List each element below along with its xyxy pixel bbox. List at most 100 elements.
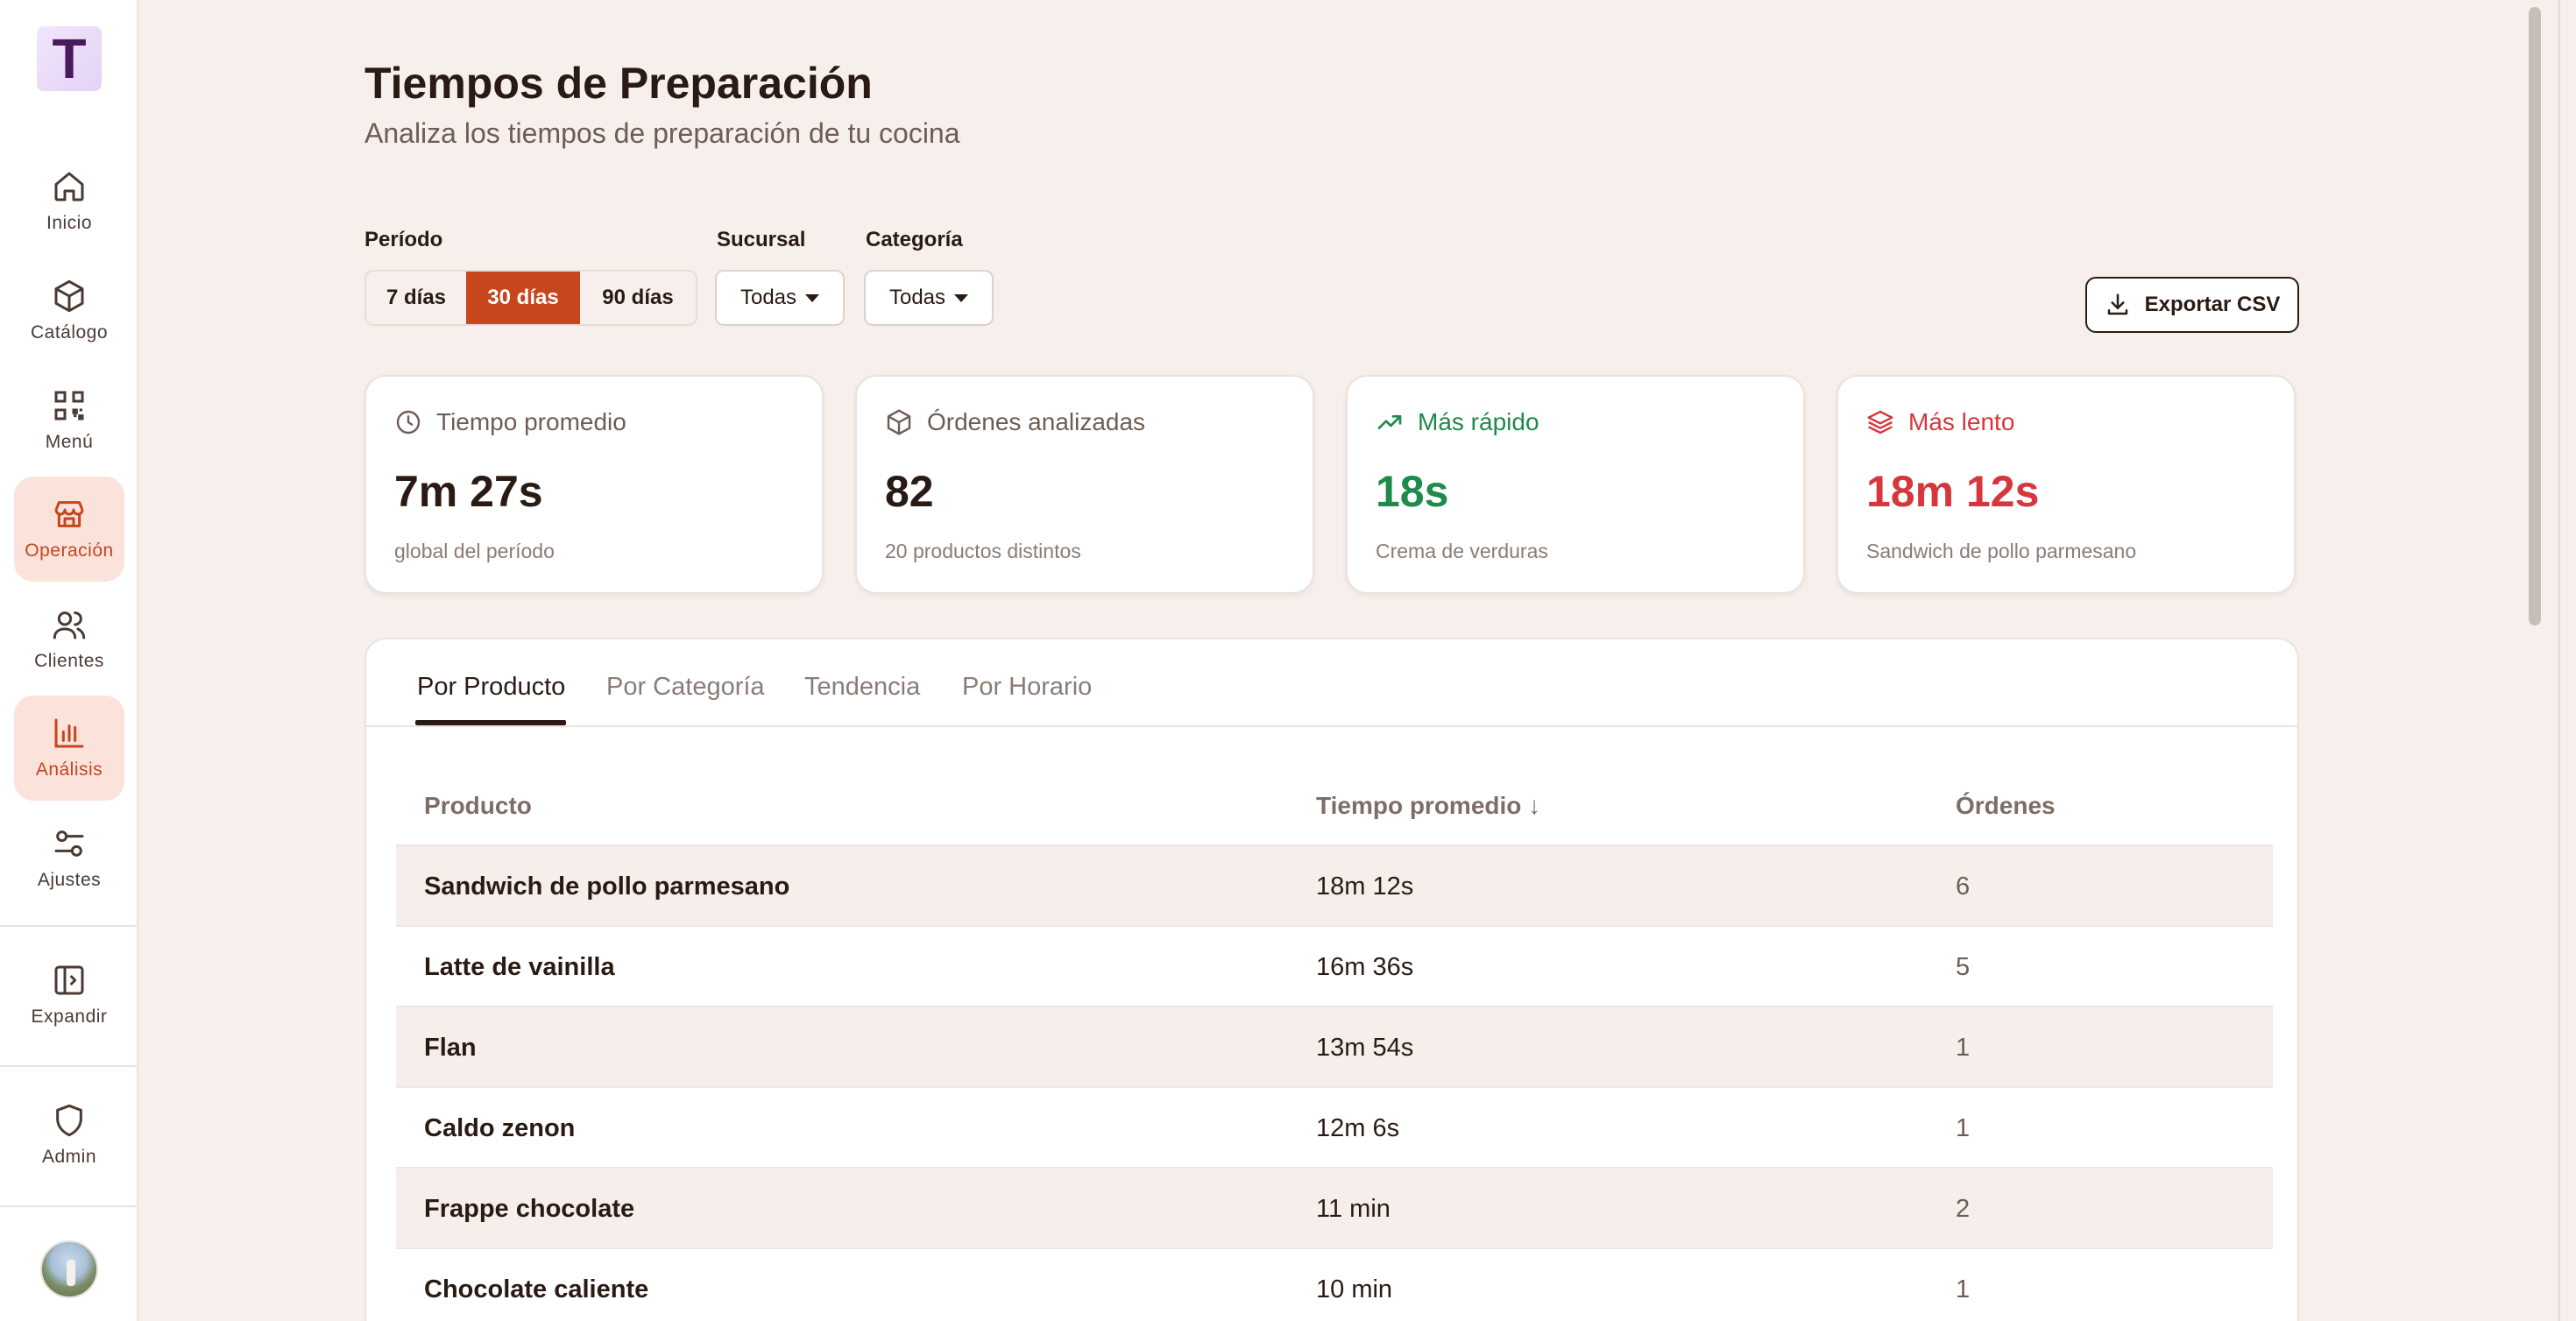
tab-por-horario[interactable]: Por Horario [962,673,1092,702]
sidebar-item-admin[interactable]: Admin [14,1083,124,1188]
sidebar-item-label: Menú [45,432,94,452]
app-logo[interactable]: T [37,26,102,91]
sidebar-item-inicio[interactable]: Inicio [14,149,124,254]
table-body: Sandwich de pollo parmesano 18m 12s 6 Latte… [396,846,2273,1321]
orders-cell: 6 [1956,872,1971,901]
category-select[interactable]: Todas [864,270,994,326]
sidebar-item-label: Catálogo [30,322,109,343]
table-row[interactable]: Frappe chocolate 11 min 2 [396,1169,2273,1249]
scrollbar-track [2558,0,2560,1321]
kpi-header: Más lento [1866,408,2014,436]
chevron-down-icon [954,293,969,302]
active-tab-indicator [415,720,566,725]
sidebar-divider [0,1065,138,1067]
sidebar-item-label: Operación [25,540,114,561]
kpi-card-fastest: Más rápido 18s Crema de verduras [1346,375,1805,594]
sidebar-divider [0,925,138,927]
avg-time-cell: 10 min [1316,1275,1393,1303]
kpi-note: Crema de verduras [1376,540,1548,562]
branch-select-value: Todas [740,286,797,309]
page-subtitle: Analiza los tiempos de preparación de tu… [364,117,960,149]
avg-time-cell: 12m 6s [1316,1114,1400,1142]
period-90-button[interactable]: 90 días [580,272,696,324]
orders-cell: 5 [1956,953,1971,981]
table-row[interactable]: Caldo zenon 12m 6s 1 [396,1088,2273,1169]
orders-cell: 1 [1956,1114,1971,1142]
trending-up-icon [1377,415,1402,429]
kpi-header: Órdenes analizadas [885,408,1145,436]
kpi-title: Órdenes analizadas [927,408,1146,435]
expand-button[interactable]: Expandir [14,943,124,1048]
product-cell: Chocolate caliente [424,1275,649,1303]
chevron-down-icon [805,293,820,302]
period-segmented-control: 7 días 30 días 90 días [364,270,697,326]
admin-label: Admin [41,1147,97,1167]
sidebar-item-label: Inicio [46,213,93,233]
kpi-value: 18s [1376,467,1449,516]
tab-por-producto[interactable]: Por Producto [417,673,565,702]
avg-time-cell: 11 min [1316,1195,1391,1223]
user-avatar[interactable] [40,1240,98,1298]
shield-icon [56,1104,82,1137]
export-csv-button[interactable]: Exportar CSV [2085,277,2299,333]
period-7-button[interactable]: 7 días [366,272,466,324]
product-cell: Caldo zenon [424,1114,576,1142]
page-title: Tiempos de Preparación [364,59,873,108]
users-icon [53,611,86,639]
analysis-panel: Por Producto Por Categoría Tendencia Por… [364,638,2299,1321]
tab-por-categoria[interactable]: Por Categoría [606,673,765,702]
store-icon [54,501,84,527]
table-header-row: Producto Tiempo promedio ↓ Órdenes [396,771,2273,846]
column-header-avg-time[interactable]: Tiempo promedio ↓ [1316,792,1540,820]
sidebar-item-clientes[interactable]: Clientes [14,587,124,692]
branch-select[interactable]: Todas [715,270,845,326]
layers-icon [1867,410,1893,434]
avg-time-cell: 18m 12s [1316,872,1414,901]
kpi-note: Sandwich de pollo parmesano [1866,540,2137,562]
period-30-button[interactable]: 30 días [466,272,580,324]
kpi-title: Tiempo promedio [436,408,626,435]
home-icon [54,172,84,201]
sidebar-item-catalogo[interactable]: Catálogo [14,258,124,364]
sidebar-item-menu[interactable]: Menú [14,368,124,473]
column-header-orders[interactable]: Órdenes [1956,792,2056,820]
clock-icon [396,410,421,434]
table-row[interactable]: Chocolate caliente 10 min 1 [396,1249,2273,1321]
category-select-value: Todas [888,286,946,309]
kpi-card-avg-time: Tiempo promedio 7m 27s global del períod… [364,375,824,594]
package-icon [887,409,911,435]
kpi-header: Tiempo promedio [394,408,626,436]
branch-filter-label: Sucursal [717,228,806,251]
sidebar-item-operacion[interactable]: Operación [14,477,124,582]
download-icon [2107,293,2127,315]
product-cell: Flan [424,1034,477,1062]
kpi-card-orders: Órdenes analizadas 82 20 productos disti… [855,375,1314,594]
qr-code-icon [54,391,84,420]
tab-tendencia[interactable]: Tendencia [804,673,920,702]
kpi-value: 82 [885,467,934,516]
scrollbar-thumb[interactable] [2529,7,2541,625]
table-row[interactable]: Latte de vainilla 16m 36s 5 [396,927,2273,1007]
kpi-value: 18m 12s [1866,467,2040,516]
sidebar-item-ajustes[interactable]: Ajustes [14,806,124,911]
category-filter-label: Categoría [866,228,963,251]
product-cell: Frappe chocolate [424,1195,635,1223]
kpi-title: Más lento [1908,408,2015,435]
sidebar-item-label: Análisis [35,759,103,780]
period-filter-label: Período [364,228,443,251]
panel-expand-icon [54,965,84,995]
table-row[interactable]: Flan 13m 54s 1 [396,1007,2273,1088]
tab-bar: Por Producto Por Categoría Tendencia Por… [366,639,2297,727]
sidebar-item-analisis[interactable]: Análisis [14,696,124,801]
table-row[interactable]: Sandwich de pollo parmesano 18m 12s 6 [396,846,2273,927]
sliders-icon [54,830,84,857]
sidebar: T Inicio Catálogo Menú Operación Cliente… [0,0,138,1321]
sidebar-item-label: Clientes [34,651,104,671]
sidebar-divider [0,1205,138,1207]
orders-cell: 2 [1956,1195,1971,1223]
column-header-product[interactable]: Producto [424,792,532,820]
product-cell: Latte de vainilla [424,953,615,981]
kpi-title: Más rápido [1418,408,1539,435]
kpi-value: 7m 27s [394,467,543,516]
export-csv-label: Exportar CSV [2144,293,2281,316]
